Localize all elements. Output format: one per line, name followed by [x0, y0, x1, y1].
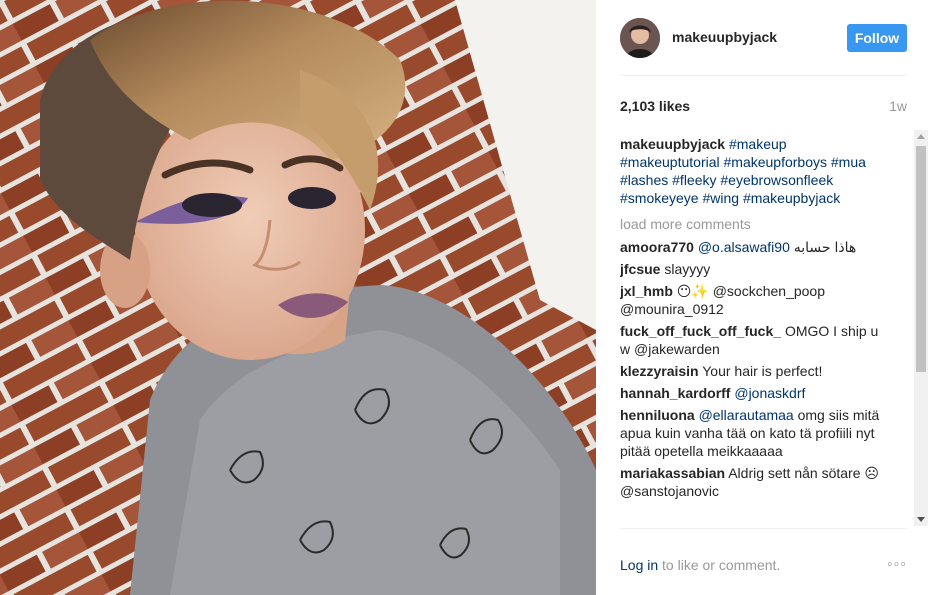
- comment-username[interactable]: fuck_off_fuck_off_fuck_: [620, 323, 781, 339]
- avatar-image: [620, 18, 660, 58]
- login-prompt-text: to like or comment.: [658, 557, 781, 573]
- post-timestamp[interactable]: 1w: [889, 98, 907, 114]
- comments-list[interactable]: makeuupbyjack #makeup #makeuptutorial #m…: [620, 135, 890, 527]
- chevron-up-icon: [917, 134, 925, 139]
- scrollbar-thumb[interactable]: [916, 146, 926, 372]
- login-prompt: Log in to like or comment.: [620, 557, 780, 573]
- comment-username[interactable]: amoora770: [620, 239, 694, 255]
- comment-mention[interactable]: @o.alsawafi90: [698, 239, 790, 255]
- comment-username[interactable]: hannah_kardorff: [620, 385, 730, 401]
- comment-item: jxl_hmb 😶✨ @sockchen_poop @mounira_0912: [620, 282, 890, 318]
- post-footer: Log in to like or comment. ◦◦◦: [620, 528, 907, 595]
- post-photo-illustration: [0, 0, 596, 595]
- post-photo[interactable]: [0, 0, 596, 595]
- scroll-down-button[interactable]: [914, 512, 928, 526]
- follow-button[interactable]: Follow: [847, 24, 907, 52]
- comment-username[interactable]: mariakassabian: [620, 465, 725, 481]
- comment-item: henniluona @ellarautamaa omg siis mitä a…: [620, 406, 890, 460]
- username-link[interactable]: makeuupbyjack: [672, 29, 777, 45]
- post-side-panel: makeuupbyjack Follow 2,103 likes 1w make…: [596, 0, 930, 595]
- comment-item: mariakassabian Aldrig sett nån sötare ☹ …: [620, 464, 890, 500]
- login-link[interactable]: Log in: [620, 557, 658, 573]
- comment-item: klezzyraisin Your hair is perfect!: [620, 362, 890, 380]
- comment-item: hannah_kardorff @jonaskdrf: [620, 384, 890, 402]
- comments-scrollbar[interactable]: [914, 130, 928, 526]
- comment-text: Your hair is perfect!: [702, 363, 823, 379]
- comment-item: amoora770 @o.alsawafi90 هاذا حسابه: [620, 238, 890, 256]
- comment-text: slayyyy: [664, 261, 711, 277]
- more-options-icon[interactable]: ◦◦◦: [887, 556, 907, 574]
- comment-username[interactable]: klezzyraisin: [620, 363, 699, 379]
- comment-username[interactable]: henniluona: [620, 407, 695, 423]
- likes-row: 2,103 likes 1w: [620, 96, 907, 118]
- load-more-comments-link[interactable]: load more comments: [620, 215, 890, 233]
- comment-item: fuck_off_fuck_off_fuck_ OMGO I ship u w …: [620, 322, 890, 358]
- comment-item: jfcsue slayyyy: [620, 260, 890, 278]
- comment-username[interactable]: jfcsue: [620, 261, 660, 277]
- comment-text: هاذا حسابه: [789, 239, 857, 255]
- caption: makeuupbyjack #makeup #makeuptutorial #m…: [620, 135, 890, 207]
- comment-mention[interactable]: @jonaskdrf: [734, 385, 805, 401]
- caption-username[interactable]: makeuupbyjack: [620, 136, 725, 152]
- scroll-up-button[interactable]: [914, 130, 928, 144]
- comment-mention[interactable]: @ellarautamaa: [699, 407, 794, 423]
- chevron-down-icon: [917, 517, 925, 522]
- comment-username[interactable]: jxl_hmb: [620, 283, 673, 299]
- post-header: makeuupbyjack Follow: [620, 18, 907, 76]
- avatar[interactable]: [620, 18, 660, 58]
- likes-count: 2,103 likes: [620, 98, 691, 114]
